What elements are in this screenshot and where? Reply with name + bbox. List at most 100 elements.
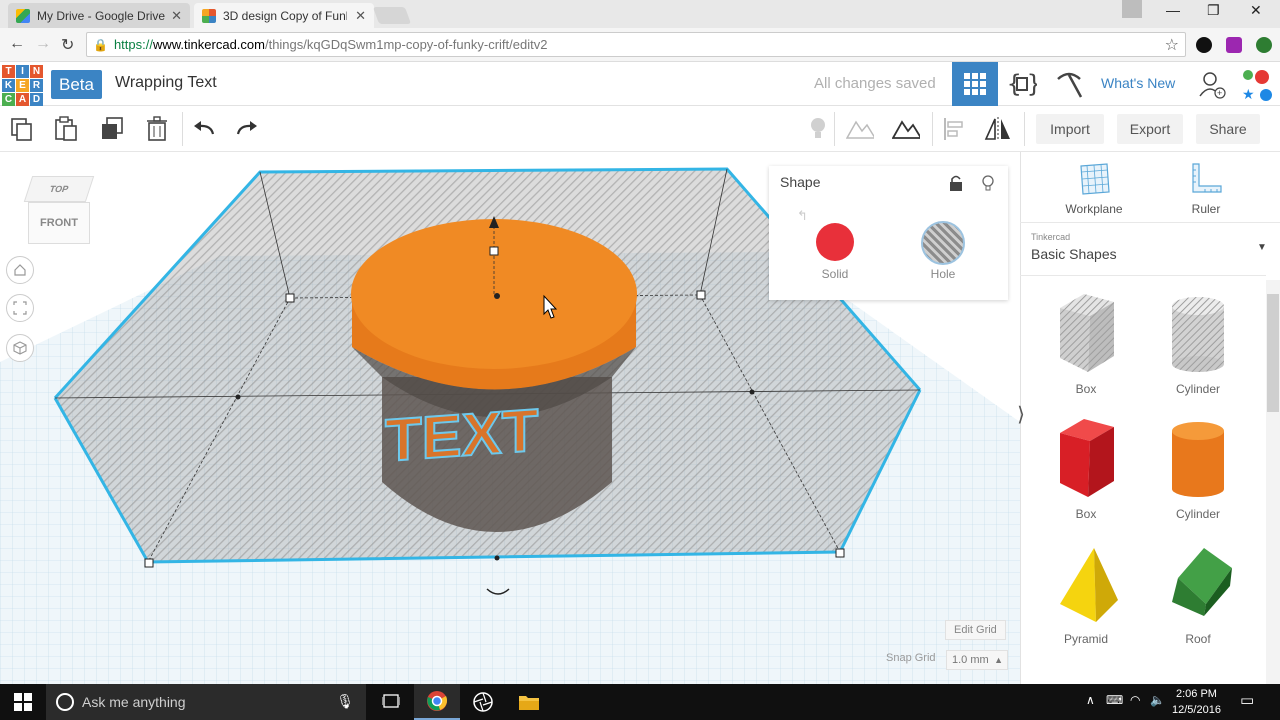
cortana-search-box[interactable]: Ask me anything 🎙 xyxy=(46,684,366,720)
corner-handle[interactable] xyxy=(696,290,706,300)
height-handle[interactable] xyxy=(489,246,499,256)
hole-label: Hole xyxy=(930,267,956,281)
edit-grid-button[interactable]: Edit Grid xyxy=(945,620,1006,640)
svg-text:}: } xyxy=(1027,70,1037,98)
language-icon[interactable]: ⌨ xyxy=(1106,693,1123,707)
lock-icon[interactable] xyxy=(949,175,963,196)
ortho-view-button[interactable] xyxy=(6,334,34,362)
restore-icon[interactable]: ❐ xyxy=(1207,2,1220,19)
light-bulb-icon[interactable] xyxy=(981,174,995,197)
shape-hole-box[interactable]: Box xyxy=(1038,292,1134,402)
divider xyxy=(932,112,933,146)
undo-button[interactable] xyxy=(190,115,218,143)
beta-badge[interactable]: Beta xyxy=(51,70,102,99)
url-field[interactable]: 🔒 https:// www.tinkercad.com /things/kqG… xyxy=(86,32,1186,57)
corner-handle[interactable] xyxy=(144,558,154,568)
user-profile-icon[interactable]: + xyxy=(1198,70,1228,105)
reload-icon[interactable]: ↻ xyxy=(61,35,74,55)
task-view-button[interactable] xyxy=(368,684,414,720)
3d-view-button[interactable] xyxy=(952,62,998,106)
tab-tinkercad[interactable]: 3D design Copy of Funky ✕ xyxy=(194,3,374,28)
redo-button[interactable] xyxy=(233,115,261,143)
redo-icon xyxy=(236,121,257,135)
shape-pyramid[interactable]: Pyramid xyxy=(1038,542,1134,652)
close-tab-icon[interactable]: ✕ xyxy=(355,8,366,24)
extension-icon[interactable] xyxy=(1226,37,1242,53)
bookmark-star-icon[interactable]: ☆ xyxy=(1165,35,1179,55)
shape-cylinder[interactable]: Cylinder xyxy=(1150,417,1246,527)
export-button[interactable]: Export xyxy=(1117,114,1183,144)
whats-new-link[interactable]: What's New xyxy=(1101,75,1175,91)
delete-button[interactable] xyxy=(143,115,171,143)
library-select[interactable]: Basic Shapes xyxy=(1031,246,1117,262)
mirror-icon xyxy=(984,117,1010,141)
home-view-button[interactable] xyxy=(6,256,34,284)
view-cube-top[interactable]: TOP xyxy=(23,176,95,202)
clock[interactable]: 2:06 PM 12/5/2016 xyxy=(1172,686,1221,718)
file-explorer-button[interactable] xyxy=(506,684,552,720)
forward-icon[interactable]: → xyxy=(35,35,51,53)
share-button[interactable]: Share xyxy=(1196,114,1260,144)
tray-up-icon[interactable]: ∧ xyxy=(1086,693,1095,707)
terrain-button[interactable] xyxy=(846,115,874,143)
bricks-button[interactable] xyxy=(1046,62,1092,106)
roof-icon xyxy=(1172,548,1232,616)
close-tab-icon[interactable]: ✕ xyxy=(171,8,182,24)
corner-handle[interactable] xyxy=(285,293,295,303)
shape-roof[interactable]: Roof xyxy=(1150,542,1246,652)
hole-swatch[interactable] xyxy=(921,221,965,265)
center-handle[interactable] xyxy=(494,293,500,299)
tinkercad-logo[interactable]: TIN KER CAD xyxy=(2,65,43,106)
volume-icon[interactable]: 🔈 xyxy=(1150,693,1165,707)
design-title[interactable]: Wrapping Text xyxy=(115,74,217,92)
microphone-icon[interactable]: 🎙 xyxy=(336,693,354,710)
cortana-icon xyxy=(56,693,74,711)
shape-hole-cylinder[interactable]: Cylinder xyxy=(1150,292,1246,402)
notifications-icon[interactable]: ▭ xyxy=(1240,691,1254,709)
tab-title: 3D design Copy of Funky xyxy=(223,8,347,23)
chrome-icon xyxy=(427,691,448,711)
mirror-button[interactable] xyxy=(983,115,1011,143)
light-bulb-button[interactable] xyxy=(804,115,832,143)
panel-collapse-button[interactable]: ⟩ xyxy=(1012,402,1030,434)
duplicate-button[interactable] xyxy=(98,115,126,143)
tab-google-drive[interactable]: My Drive - Google Drive ✕ xyxy=(8,3,190,28)
back-icon[interactable]: ← xyxy=(9,35,25,53)
logo-letter: E xyxy=(16,79,29,92)
profile-icon[interactable] xyxy=(1122,0,1142,18)
new-tab-button[interactable] xyxy=(372,7,412,24)
scrollbar-thumb[interactable] xyxy=(1267,294,1279,412)
snap-grid-select[interactable]: 1.0 mm ▲ xyxy=(946,650,1008,670)
workplane-view-button[interactable] xyxy=(892,115,920,143)
divider xyxy=(1020,275,1266,276)
avatar[interactable]: ★ xyxy=(1240,67,1278,103)
clock-time: 2:06 PM xyxy=(1175,688,1217,700)
fit-view-button[interactable] xyxy=(6,294,34,322)
codeblocks-button[interactable]: {} xyxy=(999,62,1045,106)
view-cube-front[interactable]: FRONT xyxy=(28,202,90,244)
app-taskbar-button[interactable] xyxy=(460,684,506,720)
workplane-label: Workplane xyxy=(1065,202,1123,216)
ruler-button[interactable]: Ruler xyxy=(1158,160,1254,220)
solid-color-swatch[interactable] xyxy=(816,223,854,261)
wifi-icon[interactable]: ◠ xyxy=(1130,693,1140,707)
corner-handle[interactable] xyxy=(835,548,845,558)
dropdown-caret-icon[interactable]: ▼ xyxy=(1257,242,1267,253)
workplane-button[interactable]: Workplane xyxy=(1046,160,1142,220)
paste-button[interactable] xyxy=(52,115,80,143)
view-cube[interactable]: TOP FRONT xyxy=(23,176,95,246)
extension-icon[interactable] xyxy=(1196,37,1212,53)
minimize-icon[interactable]: — xyxy=(1166,2,1180,18)
folder-icon xyxy=(519,696,539,710)
start-button[interactable] xyxy=(0,684,46,720)
extension-icon[interactable] xyxy=(1256,37,1272,53)
embossed-text[interactable]: TEXT xyxy=(384,395,540,475)
align-button[interactable] xyxy=(940,115,968,143)
chrome-taskbar-button[interactable] xyxy=(414,684,460,720)
close-window-icon[interactable]: ✕ xyxy=(1250,2,1262,19)
copy-button[interactable] xyxy=(8,115,36,143)
shape-box[interactable]: Box xyxy=(1038,417,1134,527)
cube-icon xyxy=(13,341,27,355)
import-button[interactable]: Import xyxy=(1036,114,1104,144)
library-source: Tinkercad xyxy=(1031,232,1071,242)
